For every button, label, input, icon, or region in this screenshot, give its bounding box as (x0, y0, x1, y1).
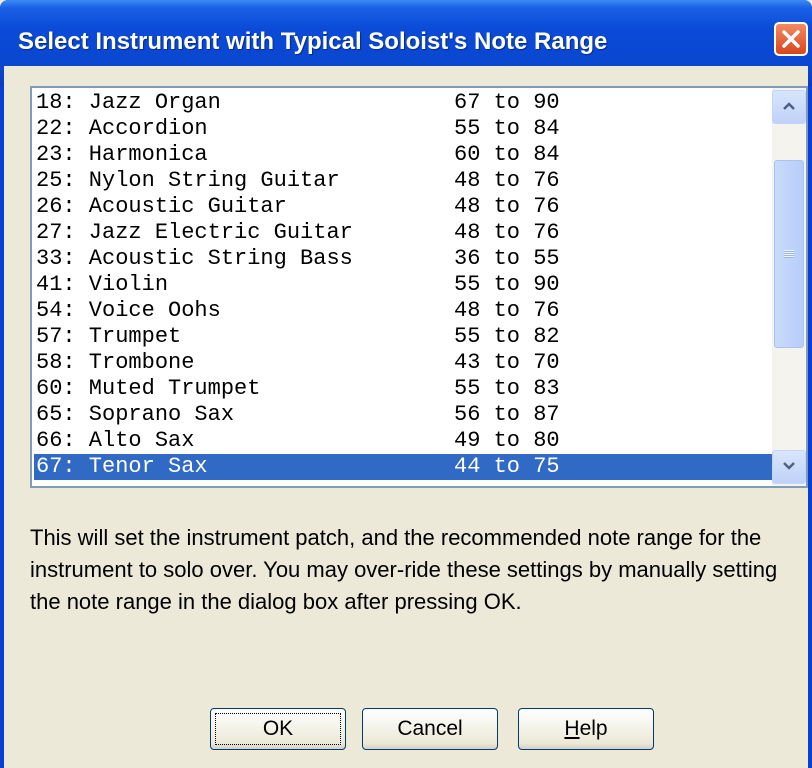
note-range: 56 to 87 (454, 402, 560, 427)
dialog-title: Select Instrument with Typical Soloist's… (18, 28, 608, 55)
instrument-name: 27: Jazz Electric Guitar (36, 220, 353, 245)
list-item[interactable]: 67: Tenor Sax 44 to 75 (34, 454, 772, 480)
cancel-button[interactable]: Cancel (362, 708, 498, 750)
note-range: 55 to 83 (454, 376, 560, 401)
note-range: 55 to 90 (454, 272, 560, 297)
instrument-list: 18: Jazz Organ 67 to 90 22: Accordion 55 to… (34, 88, 772, 486)
instrument-listbox[interactable]: 18: Jazz Organ 67 to 90 22: Accordion 55 to… (30, 86, 808, 488)
note-range: 55 to 82 (454, 324, 560, 349)
instrument-name: 26: Acoustic Guitar (36, 194, 287, 219)
list-item[interactable]: 65: Soprano Sax 56 to 87 (34, 402, 772, 428)
note-range: 48 to 76 (454, 220, 560, 245)
grip-icon (784, 250, 794, 258)
list-item[interactable]: 23: Harmonica 60 to 84 (34, 142, 772, 168)
list-item[interactable]: 60: Muted Trumpet 55 to 83 (34, 376, 772, 402)
focus-rectangle (215, 713, 341, 745)
close-button[interactable] (774, 22, 808, 56)
instrument-name: 57: Trumpet (36, 324, 182, 349)
list-item[interactable]: 41: Violin 55 to 90 (34, 272, 772, 298)
note-range: 48 to 76 (454, 298, 560, 323)
note-range: 60 to 84 (454, 142, 560, 167)
note-range: 44 to 75 (454, 454, 560, 479)
instrument-name: 65: Soprano Sax (36, 402, 235, 427)
scroll-up-button[interactable] (772, 90, 806, 124)
vertical-scrollbar[interactable] (772, 88, 806, 486)
instrument-name: 25: Nylon String Guitar (36, 168, 340, 193)
instrument-name: 60: Muted Trumpet (36, 376, 261, 401)
list-item[interactable]: 66: Alto Sax 49 to 80 (34, 428, 772, 454)
description-text: This will set the instrument patch, and … (30, 525, 778, 614)
instrument-name: 23: Harmonica (36, 142, 208, 167)
list-item[interactable]: 58: Trombone 43 to 70 (34, 350, 772, 376)
list-item[interactable]: 22: Accordion 55 to 84 (34, 116, 772, 142)
instrument-name: 41: Violin (36, 272, 169, 297)
note-range: 36 to 55 (454, 246, 560, 271)
list-item[interactable]: 57: Trumpet 55 to 82 (34, 324, 772, 350)
note-range: 43 to 70 (454, 350, 560, 375)
arrow-up-icon (782, 98, 796, 116)
ok-button[interactable]: OK (210, 708, 346, 750)
instrument-name: 58: Trombone (36, 350, 195, 375)
list-item[interactable]: 18: Jazz Organ 67 to 90 (34, 90, 772, 116)
list-item[interactable]: 54: Voice Oohs 48 to 76 (34, 298, 772, 324)
note-range: 48 to 76 (454, 168, 560, 193)
close-x-icon (781, 29, 801, 49)
note-range: 49 to 80 (454, 428, 560, 453)
list-item[interactable]: 33: Acoustic String Bass 36 to 55 (34, 246, 772, 272)
arrow-down-icon (782, 458, 796, 476)
help-label: Help (564, 717, 608, 740)
instrument-name: 33: Acoustic String Bass (36, 246, 353, 271)
note-range: 48 to 76 (454, 194, 560, 219)
note-range: 55 to 84 (454, 116, 560, 141)
cancel-label: Cancel (397, 717, 463, 740)
instrument-name: 18: Jazz Organ (36, 90, 221, 115)
instrument-name: 66: Alto Sax (36, 428, 195, 453)
note-range: 67 to 90 (454, 90, 560, 115)
help-button[interactable]: Help (518, 708, 654, 750)
dialog-window: Select Instrument with Typical Soloist's… (0, 0, 812, 768)
scroll-thumb[interactable] (774, 160, 804, 348)
instrument-name: 67: Tenor Sax (36, 454, 208, 479)
scroll-down-button[interactable] (772, 450, 806, 484)
instrument-name: 22: Accordion (36, 116, 208, 141)
list-item[interactable]: 27: Jazz Electric Guitar 48 to 76 (34, 220, 772, 246)
list-item[interactable]: 25: Nylon String Guitar 48 to 76 (34, 168, 772, 194)
list-item[interactable]: 26: Acoustic Guitar 48 to 76 (34, 194, 772, 220)
instrument-name: 54: Voice Oohs (36, 298, 221, 323)
